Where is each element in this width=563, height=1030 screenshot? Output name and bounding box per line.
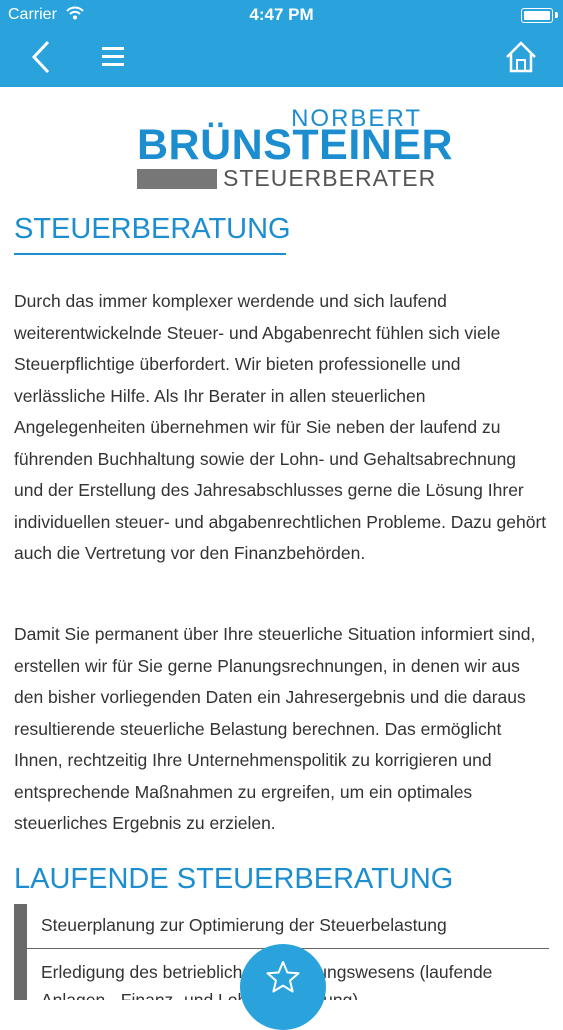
list-item: Steuerplanung zur Optimierung der Steuer… — [41, 915, 447, 935]
section-heading-laufende-steuerberatung: LAUFENDE STEUERBERATUNG — [14, 863, 454, 895]
battery-tip — [555, 12, 558, 18]
planning-paragraph: Damit Sie permanent über Ihre steuerlich… — [14, 624, 536, 833]
back-button[interactable] — [28, 38, 56, 76]
menu-button[interactable] — [98, 38, 128, 76]
logo-last-name: BRÜNSTEINER — [137, 121, 454, 169]
home-icon — [506, 41, 536, 73]
home-button[interactable] — [505, 38, 537, 76]
app-header: Carrier 4:47 PM — [0, 0, 563, 87]
company-logo: NORBERT BRÜNSTEINER STEUERBERATER — [135, 105, 453, 191]
star-icon — [266, 961, 300, 993]
battery-icon — [521, 8, 553, 23]
logo-bar — [137, 169, 217, 189]
hamburger-menu-icon — [102, 47, 124, 66]
section-heading-steuerberatung: STEUERBERATUNG — [14, 213, 291, 245]
logo-subtitle: STEUERBERATER — [223, 165, 437, 191]
status-bar: Carrier 4:47 PM — [0, 0, 563, 30]
intro-paragraph: Durch das immer komplexer werdende und s… — [14, 291, 547, 563]
list-accent-bar — [14, 904, 27, 1000]
heading-underline — [14, 253, 286, 255]
favorite-button[interactable] — [240, 944, 326, 1030]
chevron-left-icon — [31, 40, 50, 74]
status-time: 4:47 PM — [249, 5, 314, 24]
